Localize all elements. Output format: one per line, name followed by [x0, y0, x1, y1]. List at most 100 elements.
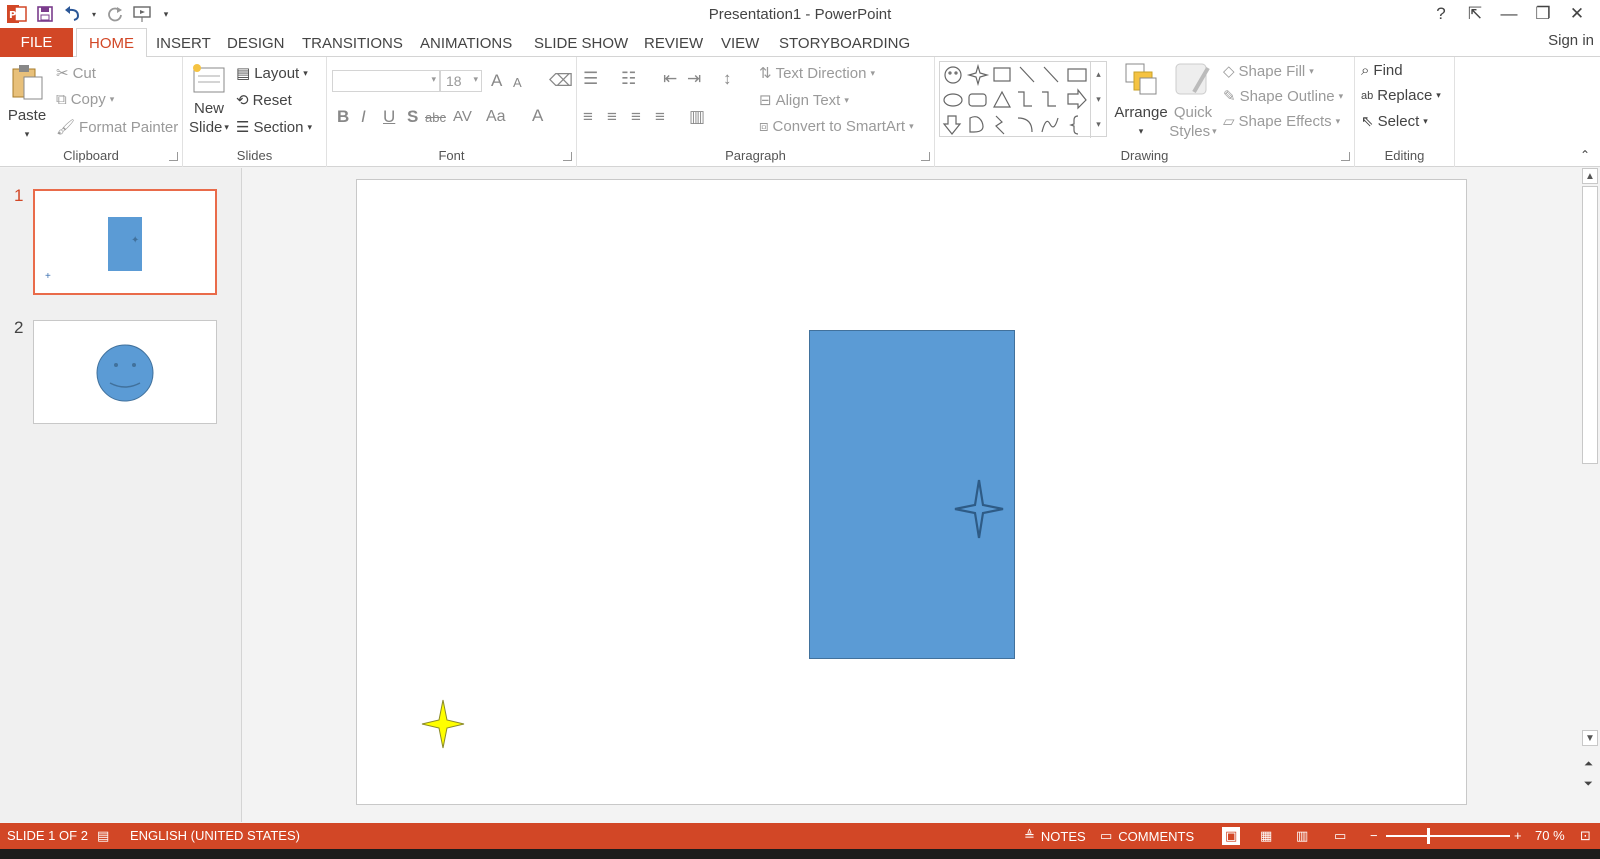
scissors-icon: ✂ — [56, 65, 69, 82]
shapes-gallery-down-icon[interactable]: ▾ — [1091, 87, 1106, 112]
grow-font-button[interactable]: A — [491, 71, 502, 91]
paragraph-dialog-launcher-icon[interactable] — [921, 152, 930, 161]
help-icon[interactable]: ? — [1426, 2, 1456, 26]
yellow-star-shape-icon[interactable] — [420, 698, 466, 750]
slide-2-thumbnail[interactable] — [33, 320, 217, 424]
character-spacing-button[interactable]: AV — [453, 108, 472, 125]
tab-home[interactable]: HOME — [76, 28, 147, 58]
decrease-indent-icon[interactable]: ⇤ — [663, 69, 677, 89]
layout-icon: ▤ — [236, 65, 251, 82]
comments-button[interactable]: ▭ COMMENTS — [1100, 828, 1194, 844]
new-slide-button[interactable]: New Slide ▾ — [187, 62, 231, 137]
scrollbar-thumb[interactable] — [1582, 186, 1598, 464]
cut-button[interactable]: ✂ Cut — [56, 64, 96, 83]
find-button[interactable]: ⌕ Find — [1361, 62, 1403, 79]
arrange-button[interactable]: Arrange ▾ — [1113, 62, 1169, 141]
tab-file[interactable]: FILE — [0, 28, 73, 57]
reset-icon: ⟲ — [236, 92, 249, 109]
clipboard-dialog-launcher-icon[interactable] — [169, 152, 178, 161]
smiley-face-icon — [96, 344, 154, 402]
select-button[interactable]: ⇖ Select ▾ — [1361, 112, 1428, 131]
ribbon-display-icon[interactable]: ⇱ — [1460, 2, 1490, 26]
format-painter-button[interactable]: 🖌 Format Painter — [56, 118, 179, 137]
font-dialog-launcher-icon[interactable] — [563, 152, 572, 161]
tab-transitions[interactable]: TRANSITIONS — [290, 28, 415, 58]
collapse-ribbon-icon[interactable]: ⌃ — [1580, 148, 1590, 162]
shape-effects-button[interactable]: ▱ Shape Effects ▾ — [1223, 112, 1340, 131]
zoom-slider[interactable] — [1386, 828, 1510, 844]
zoom-in-icon[interactable]: + — [1514, 828, 1522, 843]
tab-view[interactable]: VIEW — [709, 28, 771, 58]
normal-view-icon[interactable]: ▣ — [1222, 827, 1241, 845]
previous-slide-icon[interactable]: ⏶ — [1584, 758, 1593, 771]
line-spacing-icon[interactable]: ↕ — [723, 69, 732, 89]
align-text-button[interactable]: ⊟ Align Text ▾ — [759, 91, 849, 110]
shapes-gallery-more-icon[interactable]: ▾ — [1091, 112, 1106, 137]
numbering-icon[interactable]: ☷ — [621, 69, 636, 89]
zoom-slider-knob[interactable] — [1427, 828, 1431, 844]
font-name-box[interactable]: ▾ — [332, 70, 440, 92]
change-case-button[interactable]: Aa — [486, 108, 506, 126]
shape-fill-button[interactable]: ◇ Shape Fill ▾ — [1223, 62, 1314, 81]
fit-to-window-icon[interactable]: ⊡ — [1580, 828, 1591, 844]
layout-button[interactable]: ▤ Layout ▾ — [236, 64, 308, 83]
strikethrough-button[interactable]: abc — [425, 110, 446, 125]
align-left-icon[interactable]: ≡ — [583, 107, 593, 127]
text-shadow-button[interactable]: S — [407, 107, 418, 127]
align-center-icon[interactable]: ≡ — [607, 107, 617, 127]
tab-insert[interactable]: INSERT — [144, 28, 223, 58]
spelling-check-icon[interactable]: ▤ — [97, 828, 109, 844]
notes-button[interactable]: ≜ NOTES — [1024, 828, 1086, 844]
reading-view-icon[interactable]: ▥ — [1296, 828, 1308, 844]
text-direction-icon: ⇅ — [759, 65, 772, 82]
reset-button[interactable]: ⟲ Reset — [236, 91, 292, 110]
dark-star-shape-icon[interactable] — [953, 478, 1005, 540]
replace-button[interactable]: ab Replace ▾ — [1361, 87, 1441, 104]
shapes-gallery-up-icon[interactable]: ▴ — [1091, 62, 1106, 87]
vertical-scrollbar[interactable]: ▲ ▼ ⏶ ⏷ — [1580, 168, 1600, 822]
clear-formatting-icon[interactable]: ⌫ — [549, 71, 573, 91]
zoom-level[interactable]: 70 % — [1535, 828, 1565, 843]
bullets-icon[interactable]: ☰ — [583, 69, 598, 89]
language-indicator[interactable]: ENGLISH (UNITED STATES) — [130, 828, 300, 843]
convert-smartart-dropdown-icon: ▾ — [909, 121, 914, 131]
section-button[interactable]: ☰ Section ▾ — [236, 118, 312, 137]
justify-icon[interactable]: ≡ — [655, 107, 665, 127]
tab-review[interactable]: REVIEW — [632, 28, 715, 58]
convert-smartart-button[interactable]: ⧈ Convert to SmartArt ▾ — [759, 118, 914, 135]
close-icon[interactable]: ✕ — [1562, 2, 1592, 26]
slideshow-view-icon[interactable]: ▭ — [1334, 828, 1346, 844]
tab-animations[interactable]: ANIMATIONS — [408, 28, 524, 58]
increase-indent-icon[interactable]: ⇥ — [687, 69, 701, 89]
font-size-box[interactable]: 18 ▾ — [440, 70, 482, 92]
underline-button[interactable]: U — [383, 107, 395, 127]
zoom-out-icon[interactable]: − — [1370, 828, 1378, 843]
drawing-dialog-launcher-icon[interactable] — [1341, 152, 1350, 161]
quick-styles-button[interactable]: Quick Styles ▾ — [1169, 62, 1217, 141]
align-text-dropdown-icon: ▾ — [844, 94, 849, 105]
scroll-down-icon[interactable]: ▼ — [1582, 730, 1598, 746]
format-painter-label: Format Painter — [79, 118, 179, 136]
tab-slide-show[interactable]: SLIDE SHOW — [522, 28, 640, 58]
font-color-button[interactable]: A — [532, 106, 543, 126]
minimize-icon[interactable]: — — [1494, 2, 1524, 26]
columns-icon[interactable]: ▥ — [689, 107, 705, 127]
shapes-gallery[interactable]: ▴ ▾ ▾ — [939, 61, 1107, 138]
italic-button[interactable]: I — [361, 107, 366, 127]
bold-button[interactable]: B — [337, 107, 349, 127]
tab-design[interactable]: DESIGN — [215, 28, 297, 58]
next-slide-icon[interactable]: ⏷ — [1584, 778, 1593, 791]
slide-1-thumbnail[interactable]: ✦ + — [33, 189, 217, 295]
sign-in-link[interactable]: Sign in — [1548, 32, 1594, 49]
slide-sorter-icon[interactable]: ▦ — [1260, 828, 1272, 844]
shape-outline-button[interactable]: ✎ Shape Outline ▾ — [1223, 87, 1343, 106]
paste-button[interactable]: Paste ▾ — [6, 63, 48, 144]
text-direction-button[interactable]: ⇅ Text Direction ▾ — [759, 64, 875, 83]
restore-icon[interactable]: ❐ — [1528, 2, 1558, 26]
scroll-up-icon[interactable]: ▲ — [1582, 168, 1598, 184]
shrink-font-button[interactable]: A — [513, 75, 522, 90]
tab-storyboarding[interactable]: STORYBOARDING — [767, 28, 922, 58]
slide-canvas[interactable] — [356, 179, 1467, 805]
copy-button[interactable]: ⧉ Copy ▾ — [56, 91, 114, 108]
align-right-icon[interactable]: ≡ — [631, 107, 641, 127]
